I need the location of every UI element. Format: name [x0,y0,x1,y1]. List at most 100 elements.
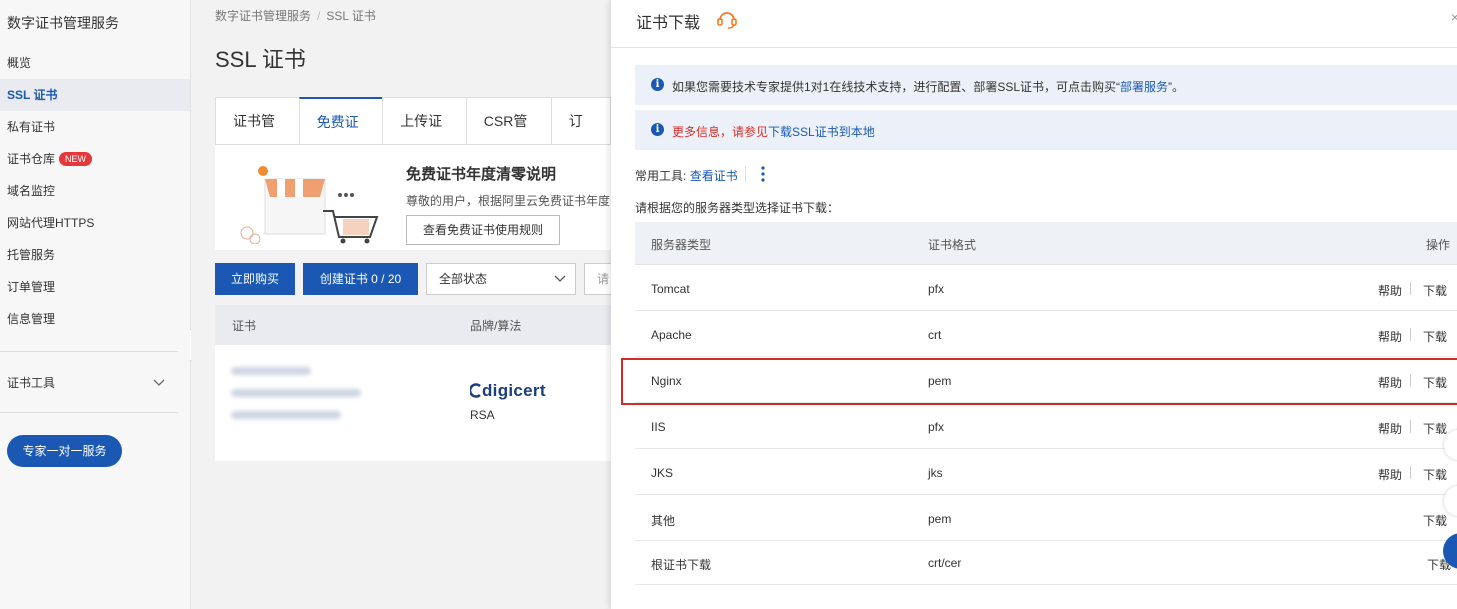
notice-text: 尊敬的用户，根据阿里云免费证书年度 [406,194,611,208]
download-link[interactable]: 下载 [1423,466,1447,483]
new-badge: NEW [59,151,93,166]
chevron-down-icon [554,275,566,282]
info-box-more: i 更多信息，请参见下载SSL证书到本地 [635,110,1457,150]
download-link[interactable]: 下载 [1423,282,1447,299]
table-row: Apache crt 帮助 下载 [635,311,1457,357]
download-ssl-doc-link[interactable]: 下载SSL证书到本地 [768,125,875,139]
instruction-text: 请根据您的服务器类型选择证书下载： [635,201,840,215]
server-type: 根证书下载 [651,558,712,572]
table-row: IIS pfx 帮助 下载 [635,403,1457,449]
help-link[interactable]: 帮助 [1378,282,1402,299]
table-row: 根证书下载 crt/cer 下载 [635,541,1457,585]
server-type: IIS [651,420,666,434]
divider [0,412,178,413]
column-header: 品牌/算法 [470,319,522,333]
table-row: Tomcat pfx 帮助 下载 [635,265,1457,311]
view-free-cert-rules-button[interactable]: 查看免费证书使用规则 [406,215,560,245]
breadcrumb-item[interactable]: 数字证书管理服务 [215,9,311,23]
sidebar-cert-tools[interactable]: 证书工具 [7,372,172,394]
breadcrumb-item: SSL 证书 [326,9,376,23]
sidebar-item-label: 信息管理 [7,312,56,326]
sidebar-item-orders[interactable]: 订单管理 [0,271,190,303]
info-icon: i [651,123,664,136]
cert-format: crt [928,328,942,342]
download-link[interactable]: 下载 [1423,374,1447,391]
tab-free-cert[interactable]: 免费证书 [298,97,383,176]
sidebar-item-ssl[interactable]: SSL 证书 [0,79,190,111]
divider [745,166,746,182]
tab-bar: 证书管理 免费证书 上传证书 CSR管理 订单 [215,97,612,176]
sidebar: 数字证书管理服务 概览 SSL 证书 私有证书 证书仓库 NEW 域名监控 网站代… [0,0,191,609]
tab-upload-cert[interactable]: 上传证书 [382,97,466,175]
tab-orders[interactable]: 订单 [550,97,612,175]
server-type: 其他 [651,514,676,528]
server-type: Nginx [651,374,682,388]
column-header: 证书 [232,319,257,333]
tab-csr[interactable]: CSR管理 [465,97,551,175]
drawer-title: 证书下载 [636,15,701,32]
sidebar-item-label: 私有证书 [7,120,56,134]
cert-list-header: 证书 品牌/算法 [215,305,611,345]
info-message: 如果您需要技术专家提供1对1在线技术支持，进行配置、部署SSL证书，可点击购买“… [672,78,1184,95]
close-icon[interactable]: × [1451,9,1457,25]
digicert-mark-icon [468,383,481,398]
help-link[interactable]: 帮助 [1378,466,1402,483]
sidebar-item-label: 托管服务 [7,248,56,262]
more-vertical-icon[interactable] [757,165,769,183]
server-type: Apache [651,328,692,342]
divider [1410,328,1411,341]
sidebar-item-private-cert[interactable]: 私有证书 [0,111,190,143]
drawer-header: 证书下载 × [611,0,1457,48]
sidebar-item-info[interactable]: 信息管理 [0,303,190,335]
notice-title: 免费证书年度清零说明 [406,166,557,183]
brand-name: digicert [482,381,546,400]
sidebar-item-label: 证书仓库 [7,152,56,166]
headset-icon[interactable] [716,9,738,29]
info-icon: i [651,78,664,91]
sidebar-item-https-proxy[interactable]: 网站代理HTTPS [0,207,190,239]
sidebar-title: 数字证书管理服务 [7,15,119,31]
search-input[interactable]: 请 [584,263,614,295]
table-header: 服务器类型 证书格式 操作 [635,222,1457,265]
create-cert-button[interactable]: 创建证书 0 / 20 [303,263,418,295]
sidebar-item-label: SSL 证书 [7,88,58,102]
help-link[interactable]: 帮助 [1378,420,1402,437]
divider [0,351,178,352]
help-link[interactable]: 帮助 [1378,328,1402,345]
buy-now-button[interactable]: 立即购买 [215,263,295,295]
divider [1410,466,1411,479]
download-table: 服务器类型 证书格式 操作 Tomcat pfx 帮助 下载 Apache cr… [635,222,1457,585]
view-cert-link[interactable]: 查看证书 [690,169,738,183]
help-link[interactable]: 帮助 [1378,374,1402,391]
expert-service-button[interactable]: 专家一对一服务 [7,435,122,467]
info-box-expert: i 如果您需要技术专家提供1对1在线技术支持，进行配置、部署SSL证书，可点击购… [635,65,1457,105]
column-header: 服务器类型 [651,238,712,252]
download-link[interactable]: 下载 [1423,512,1447,529]
main-content: 数字证书管理服务 / SSL 证书 SSL 证书 证书管理 免费证书 上传证书 CS… [191,0,614,609]
download-link[interactable]: 下载 [1423,328,1447,345]
sidebar-item-label: 证书工具 [7,376,56,390]
tab-cert-management[interactable]: 证书管理 [215,97,299,175]
cert-format: jks [928,466,943,480]
blurred-text [231,389,361,397]
status-select[interactable]: 全部状态 [426,263,576,295]
divider [1410,282,1411,295]
deploy-service-link[interactable]: 部署服务 [1120,80,1168,94]
sidebar-item-cert-repo[interactable]: 证书仓库 NEW [0,143,190,175]
sidebar-item-domain-monitor[interactable]: 域名监控 [0,175,190,207]
breadcrumb-separator: / [317,9,321,23]
sidebar-item-overview[interactable]: 概览 [0,47,190,79]
divider [1410,420,1411,433]
sidebar-item-label: 订单管理 [7,280,56,294]
cert-format: pem [928,512,952,526]
blurred-text [231,367,311,375]
download-link[interactable]: 下载 [1423,420,1447,437]
info-message: 更多信息，请参见下载SSL证书到本地 [672,123,875,140]
sidebar-item-label: 概览 [7,56,32,70]
sidebar-item-managed[interactable]: 托管服务 [0,239,190,271]
cert-format: pfx [928,420,945,434]
cert-list-row[interactable]: digicert RSA [215,345,611,461]
sidebar-item-label: 域名监控 [7,184,56,198]
table-row: JKS jks 帮助 下载 [635,449,1457,495]
cert-format: pem [928,374,952,388]
